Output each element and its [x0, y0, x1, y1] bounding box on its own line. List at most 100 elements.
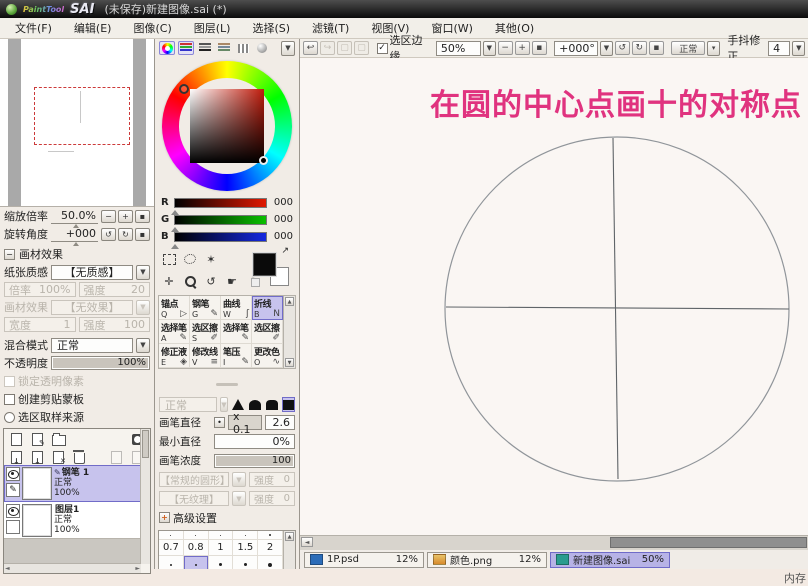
diameter-unit-button[interactable]: •	[214, 417, 225, 428]
preset-size-0.7[interactable]: 0.7	[159, 540, 183, 556]
menu-item-7[interactable]: 窗口(W)	[420, 18, 483, 38]
collapse-icon[interactable]: −	[4, 249, 15, 260]
scrollbar-handle[interactable]	[610, 537, 807, 548]
zoom-tool[interactable]	[182, 274, 198, 288]
diameter-multiplier[interactable]: x 0.1	[228, 415, 262, 430]
stabilizer-field[interactable]: 4	[768, 41, 790, 56]
document-tab-1p-psd[interactable]: 1P.psd12%	[304, 552, 424, 568]
tool-edit-line[interactable]: 修改线V≡	[190, 344, 221, 368]
magic-wand-tool[interactable]: ✶	[203, 252, 219, 266]
canvas-horizontal-scrollbar[interactable]: ◄	[300, 535, 808, 549]
menu-item-4[interactable]: 选择(S)	[241, 18, 301, 38]
blue-slider[interactable]	[174, 232, 267, 242]
scratchpad-tab[interactable]	[254, 41, 270, 55]
panel-resize-grip[interactable]	[216, 383, 238, 386]
rotate-reset-button[interactable]: ▪	[649, 41, 664, 55]
nav-zoom-in-button[interactable]: +	[118, 210, 133, 223]
tool-pen-pressure[interactable]: 笔压I✎	[221, 344, 252, 368]
scroll-up-icon[interactable]: ▲	[285, 297, 294, 306]
brush-density-slider[interactable]: 100	[214, 454, 295, 468]
blend-mode-select[interactable]: 正常	[51, 338, 133, 353]
zoom-reset-button[interactable]: ▪	[532, 41, 547, 55]
menu-item-8[interactable]: 其他(O)	[484, 18, 545, 38]
tool-pen[interactable]: 钢笔G✎	[190, 296, 221, 320]
clear-layer-button[interactable]	[51, 450, 66, 464]
layer-paint-indicator[interactable]: ✎	[6, 483, 20, 497]
undo-button[interactable]: ↩	[303, 41, 318, 55]
hand-tool[interactable]: ☛	[224, 274, 240, 288]
tool-select-pen[interactable]: 选择笔A✎	[159, 320, 190, 344]
rect-select-tool[interactable]	[161, 252, 177, 266]
tool-correction-fluid[interactable]: 修正液E◈	[159, 344, 190, 368]
green-slider[interactable]	[174, 215, 267, 225]
preset-dot-small[interactable]	[258, 531, 282, 540]
layer-item-pen-1[interactable]: ✎✎钢笔 1正常100%	[4, 465, 141, 502]
rotate-view-tool[interactable]: ↺	[203, 274, 219, 288]
chevron-down-icon[interactable]: ▼	[281, 41, 295, 56]
chevron-down-icon[interactable]: ▾	[707, 41, 720, 56]
color-wheel-tab[interactable]	[159, 41, 175, 55]
nav-rotate-slider[interactable]: +000	[51, 227, 98, 242]
brush-tip-flat[interactable]	[282, 397, 295, 412]
nav-zoom-reset-button[interactable]: ▪	[135, 210, 150, 223]
navigator-viewport-rect[interactable]	[34, 87, 130, 145]
scroll-left-icon[interactable]: ◄	[301, 537, 313, 547]
scroll-up-icon[interactable]: ▲	[285, 532, 294, 541]
tool-change-color[interactable]: 更改色O∿	[252, 344, 283, 368]
layer-vertical-scrollbar[interactable]	[140, 429, 150, 564]
preset-size-1.5[interactable]: 1.5	[233, 540, 257, 556]
menu-item-3[interactable]: 图层(L)	[183, 18, 242, 38]
swap-colors-icon[interactable]: ↗	[281, 246, 289, 256]
chevron-down-icon[interactable]: ▼	[600, 41, 613, 56]
tool-curve[interactable]: 曲线Wʃ	[221, 296, 252, 320]
scroll-left-icon[interactable]: ◄	[5, 565, 10, 572]
layer-paint-indicator[interactable]	[6, 520, 20, 534]
tool-selection-eraser[interactable]: 选区擦S✐	[190, 320, 221, 344]
nav-rotate-reset-button[interactable]: ▪	[135, 228, 150, 241]
chevron-down-icon[interactable]: ▼	[136, 338, 150, 353]
hsv-slider-tab[interactable]	[197, 41, 213, 55]
swatches-tab[interactable]	[235, 41, 251, 55]
lasso-tool[interactable]	[182, 252, 198, 266]
new-layer-set-button[interactable]	[51, 432, 66, 446]
nav-rotate-cw-button[interactable]: ↻	[118, 228, 133, 241]
tool-polyline[interactable]: 折线BN	[252, 296, 283, 320]
view-angle-field[interactable]: +000°	[554, 41, 598, 56]
chevron-down-icon[interactable]: ▼	[136, 265, 150, 280]
navigator-preview[interactable]	[0, 39, 154, 207]
layer-visibility-toggle[interactable]	[6, 504, 20, 518]
foreground-color-swatch[interactable]	[253, 253, 276, 276]
preset-dot-small[interactable]	[159, 531, 183, 540]
new-linework-layer-button[interactable]	[30, 432, 45, 446]
tool-select-pen-2[interactable]: 选择笔✎	[221, 320, 252, 344]
nav-zoom-slider[interactable]: 50.0%	[51, 209, 98, 224]
opacity-slider[interactable]: 100%	[51, 356, 150, 370]
rotate-cw-button[interactable]: ↻	[632, 41, 647, 55]
transfer-down-button[interactable]	[9, 450, 24, 464]
preset-dot-small[interactable]	[184, 531, 208, 540]
preset-dot-small[interactable]	[209, 531, 233, 540]
layer-visibility-toggle[interactable]	[6, 467, 20, 481]
chevron-down-icon[interactable]: ▼	[792, 41, 805, 56]
zoom-out-button[interactable]: −	[498, 41, 513, 55]
paper-texture-select[interactable]: 【无质感】	[51, 265, 133, 280]
preset-size-0.8[interactable]: 0.8	[184, 540, 208, 556]
move-tool[interactable]: ✛	[161, 274, 177, 288]
drawing-canvas[interactable]: 在圆的中心点画十的对称点	[300, 58, 808, 535]
layer-item-layer-1[interactable]: 图层1正常100%	[4, 502, 141, 539]
preset-size-1[interactable]: 1	[209, 540, 233, 556]
layer-horizontal-scrollbar[interactable]: ◄►	[4, 563, 141, 573]
menu-item-0[interactable]: 文件(F)	[4, 18, 63, 38]
tool-selection-eraser-2[interactable]: 选区擦✐	[252, 320, 283, 344]
rgb-slider-tab[interactable]	[178, 41, 194, 55]
preset-dot-small[interactable]	[233, 531, 257, 540]
color-mixer-tab[interactable]	[216, 41, 232, 55]
clip-mask-checkbox[interactable]	[4, 394, 15, 405]
rotate-ccw-button[interactable]: ↺	[615, 41, 630, 55]
menu-item-2[interactable]: 图像(C)	[122, 18, 182, 38]
expand-icon[interactable]: +	[159, 512, 170, 523]
tool-grid-scrollbar[interactable]: ▲ ▼	[283, 296, 295, 368]
red-slider[interactable]	[174, 198, 267, 208]
tool-anchor[interactable]: 锚点Q▷	[159, 296, 190, 320]
new-layer-button[interactable]	[9, 432, 24, 446]
